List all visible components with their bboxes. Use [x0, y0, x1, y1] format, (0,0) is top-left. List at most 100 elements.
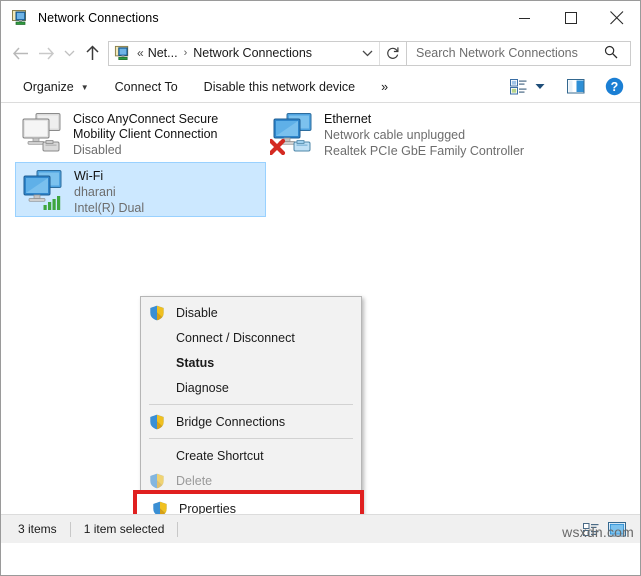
breadcrumb-separator-0[interactable]: ›	[179, 47, 193, 59]
menu-icon-placeholder	[147, 329, 169, 347]
minimize-icon	[519, 18, 530, 19]
details-view-button[interactable]	[578, 519, 604, 541]
search-icon[interactable]	[604, 45, 618, 62]
menu-item-create-shortcut[interactable]: Create Shortcut	[141, 443, 361, 468]
command-overflow-button[interactable]: »	[375, 75, 394, 99]
wifi-adapter-icon	[20, 168, 68, 212]
large-icons-view-icon	[608, 522, 626, 537]
network-connections-icon	[11, 9, 29, 27]
maximize-icon	[564, 11, 577, 24]
menu-item-label: Create Shortcut	[176, 448, 264, 463]
connection-device: Intel(R) Dual	[74, 201, 145, 215]
preview-pane-button[interactable]	[563, 75, 589, 99]
up-arrow-icon	[85, 45, 99, 60]
network-adapter-icon	[268, 111, 318, 156]
large-icons-view-button[interactable]	[604, 519, 630, 541]
connection-status: Network cable unplugged	[324, 128, 466, 142]
shield-icon	[147, 304, 169, 322]
connection-device: Realtek PCIe GbE Family Controller	[324, 144, 525, 158]
window-title: Network Connections	[38, 11, 159, 25]
menu-item-properties[interactable]: Properties	[137, 494, 360, 514]
status-divider-2	[177, 521, 179, 537]
connection-name: Cisco AnyConnect Secure Mobility Client …	[73, 112, 219, 141]
change-view-caret-icon	[535, 84, 545, 89]
connection-item-cisco[interactable]: Cisco AnyConnect Secure Mobility Client …	[15, 106, 266, 161]
recent-locations-button[interactable]	[59, 40, 79, 66]
command-bar: Organize ▼ Connect To Disable this netwo…	[1, 71, 640, 103]
back-arrow-icon	[12, 46, 28, 60]
signal-bars-icon	[43, 196, 61, 210]
forward-arrow-icon	[38, 46, 54, 60]
chevron-down-icon	[64, 50, 74, 57]
close-icon	[610, 11, 624, 25]
menu-item-label: Bridge Connections	[176, 414, 286, 429]
disable-network-device-button[interactable]: Disable this network device	[198, 75, 361, 99]
organize-label: Organize	[23, 79, 74, 94]
connection-name: Wi-Fi	[74, 169, 104, 183]
shield-icon	[150, 500, 172, 514]
breadcrumb-item-0[interactable]: Net...	[147, 46, 179, 60]
command-bar-right: ?	[506, 75, 640, 99]
menu-item-diagnose[interactable]: Diagnose	[141, 375, 361, 400]
change-view-dropdown-button[interactable]	[531, 75, 549, 99]
properties-highlight-box: Properties	[133, 490, 364, 514]
close-button[interactable]	[594, 1, 640, 35]
context-menu[interactable]: Disable Connect / Disconnect Status Diag…	[133, 296, 364, 514]
address-bar[interactable]: « Net... › Network Connections	[108, 40, 407, 66]
menu-item-label: Delete	[176, 473, 213, 488]
preview-pane-icon	[567, 79, 585, 94]
connection-item-ethernet[interactable]: Ethernet Network cable unplugged Realtek…	[266, 106, 556, 161]
forward-button[interactable]	[33, 40, 59, 66]
connection-name: Ethernet	[324, 112, 372, 126]
maximize-button[interactable]	[548, 1, 594, 35]
svg-text:?: ?	[611, 80, 619, 94]
change-view-button[interactable]	[506, 75, 531, 99]
organize-button[interactable]: Organize ▼	[17, 75, 95, 99]
address-bar-row: « Net... › Network Connections	[1, 35, 640, 71]
menu-icon-placeholder	[147, 447, 169, 465]
breadcrumb-item-1[interactable]: Network Connections	[192, 46, 313, 60]
breadcrumb-network-icon	[114, 45, 131, 62]
network-connections-window: Network Connections « Net... › Network C…	[0, 0, 641, 576]
status-view-buttons	[578, 515, 630, 544]
breadcrumb-overflow[interactable]: «	[136, 46, 147, 60]
chevron-down-icon	[362, 50, 372, 57]
connection-status: dharani	[74, 185, 116, 199]
menu-item-disable[interactable]: Disable	[141, 300, 361, 325]
menu-item-label: Diagnose	[176, 380, 229, 395]
title-bar: Network Connections	[1, 1, 640, 35]
connection-text-ethernet: Ethernet Network cable unplugged Realtek…	[318, 109, 524, 159]
connect-to-label: Connect To	[114, 79, 178, 94]
address-dropdown-button[interactable]	[355, 42, 379, 65]
error-cross-icon	[268, 138, 286, 156]
help-button[interactable]: ?	[601, 75, 628, 99]
help-icon: ?	[605, 77, 624, 96]
shield-icon	[147, 472, 169, 490]
item-count-label: 3 items	[18, 522, 57, 536]
overflow-chevrons-icon: »	[381, 79, 389, 94]
change-view-icon	[510, 78, 527, 94]
refresh-button[interactable]	[379, 41, 406, 65]
back-button[interactable]	[7, 40, 33, 66]
connection-text-wifi: Wi-Fi dharani Intel(R) Dual	[68, 166, 144, 216]
menu-item-status[interactable]: Status	[141, 350, 361, 375]
search-box[interactable]	[407, 40, 631, 66]
connections-list[interactable]: Cisco AnyConnect Secure Mobility Client …	[1, 103, 640, 514]
selection-count-label: 1 item selected	[83, 522, 165, 536]
status-divider	[69, 521, 71, 537]
menu-item-label: Properties	[179, 501, 236, 515]
status-bar: 3 items 1 item selected wsxdn.com	[1, 514, 640, 543]
disable-device-label: Disable this network device	[203, 79, 356, 94]
minimize-button[interactable]	[502, 1, 548, 35]
menu-icon-placeholder	[147, 379, 169, 397]
connection-item-wifi[interactable]: Wi-Fi dharani Intel(R) Dual	[15, 162, 266, 217]
network-adapter-disabled-icon	[19, 111, 67, 155]
connect-to-button[interactable]: Connect To	[109, 75, 184, 99]
menu-item-label: Connect / Disconnect	[176, 330, 295, 345]
search-input[interactable]	[414, 45, 602, 61]
menu-item-bridge-connections[interactable]: Bridge Connections	[141, 409, 361, 434]
up-button[interactable]	[79, 40, 105, 66]
details-view-icon	[583, 522, 599, 536]
caption-buttons	[502, 1, 640, 35]
menu-item-connect-disconnect[interactable]: Connect / Disconnect	[141, 325, 361, 350]
